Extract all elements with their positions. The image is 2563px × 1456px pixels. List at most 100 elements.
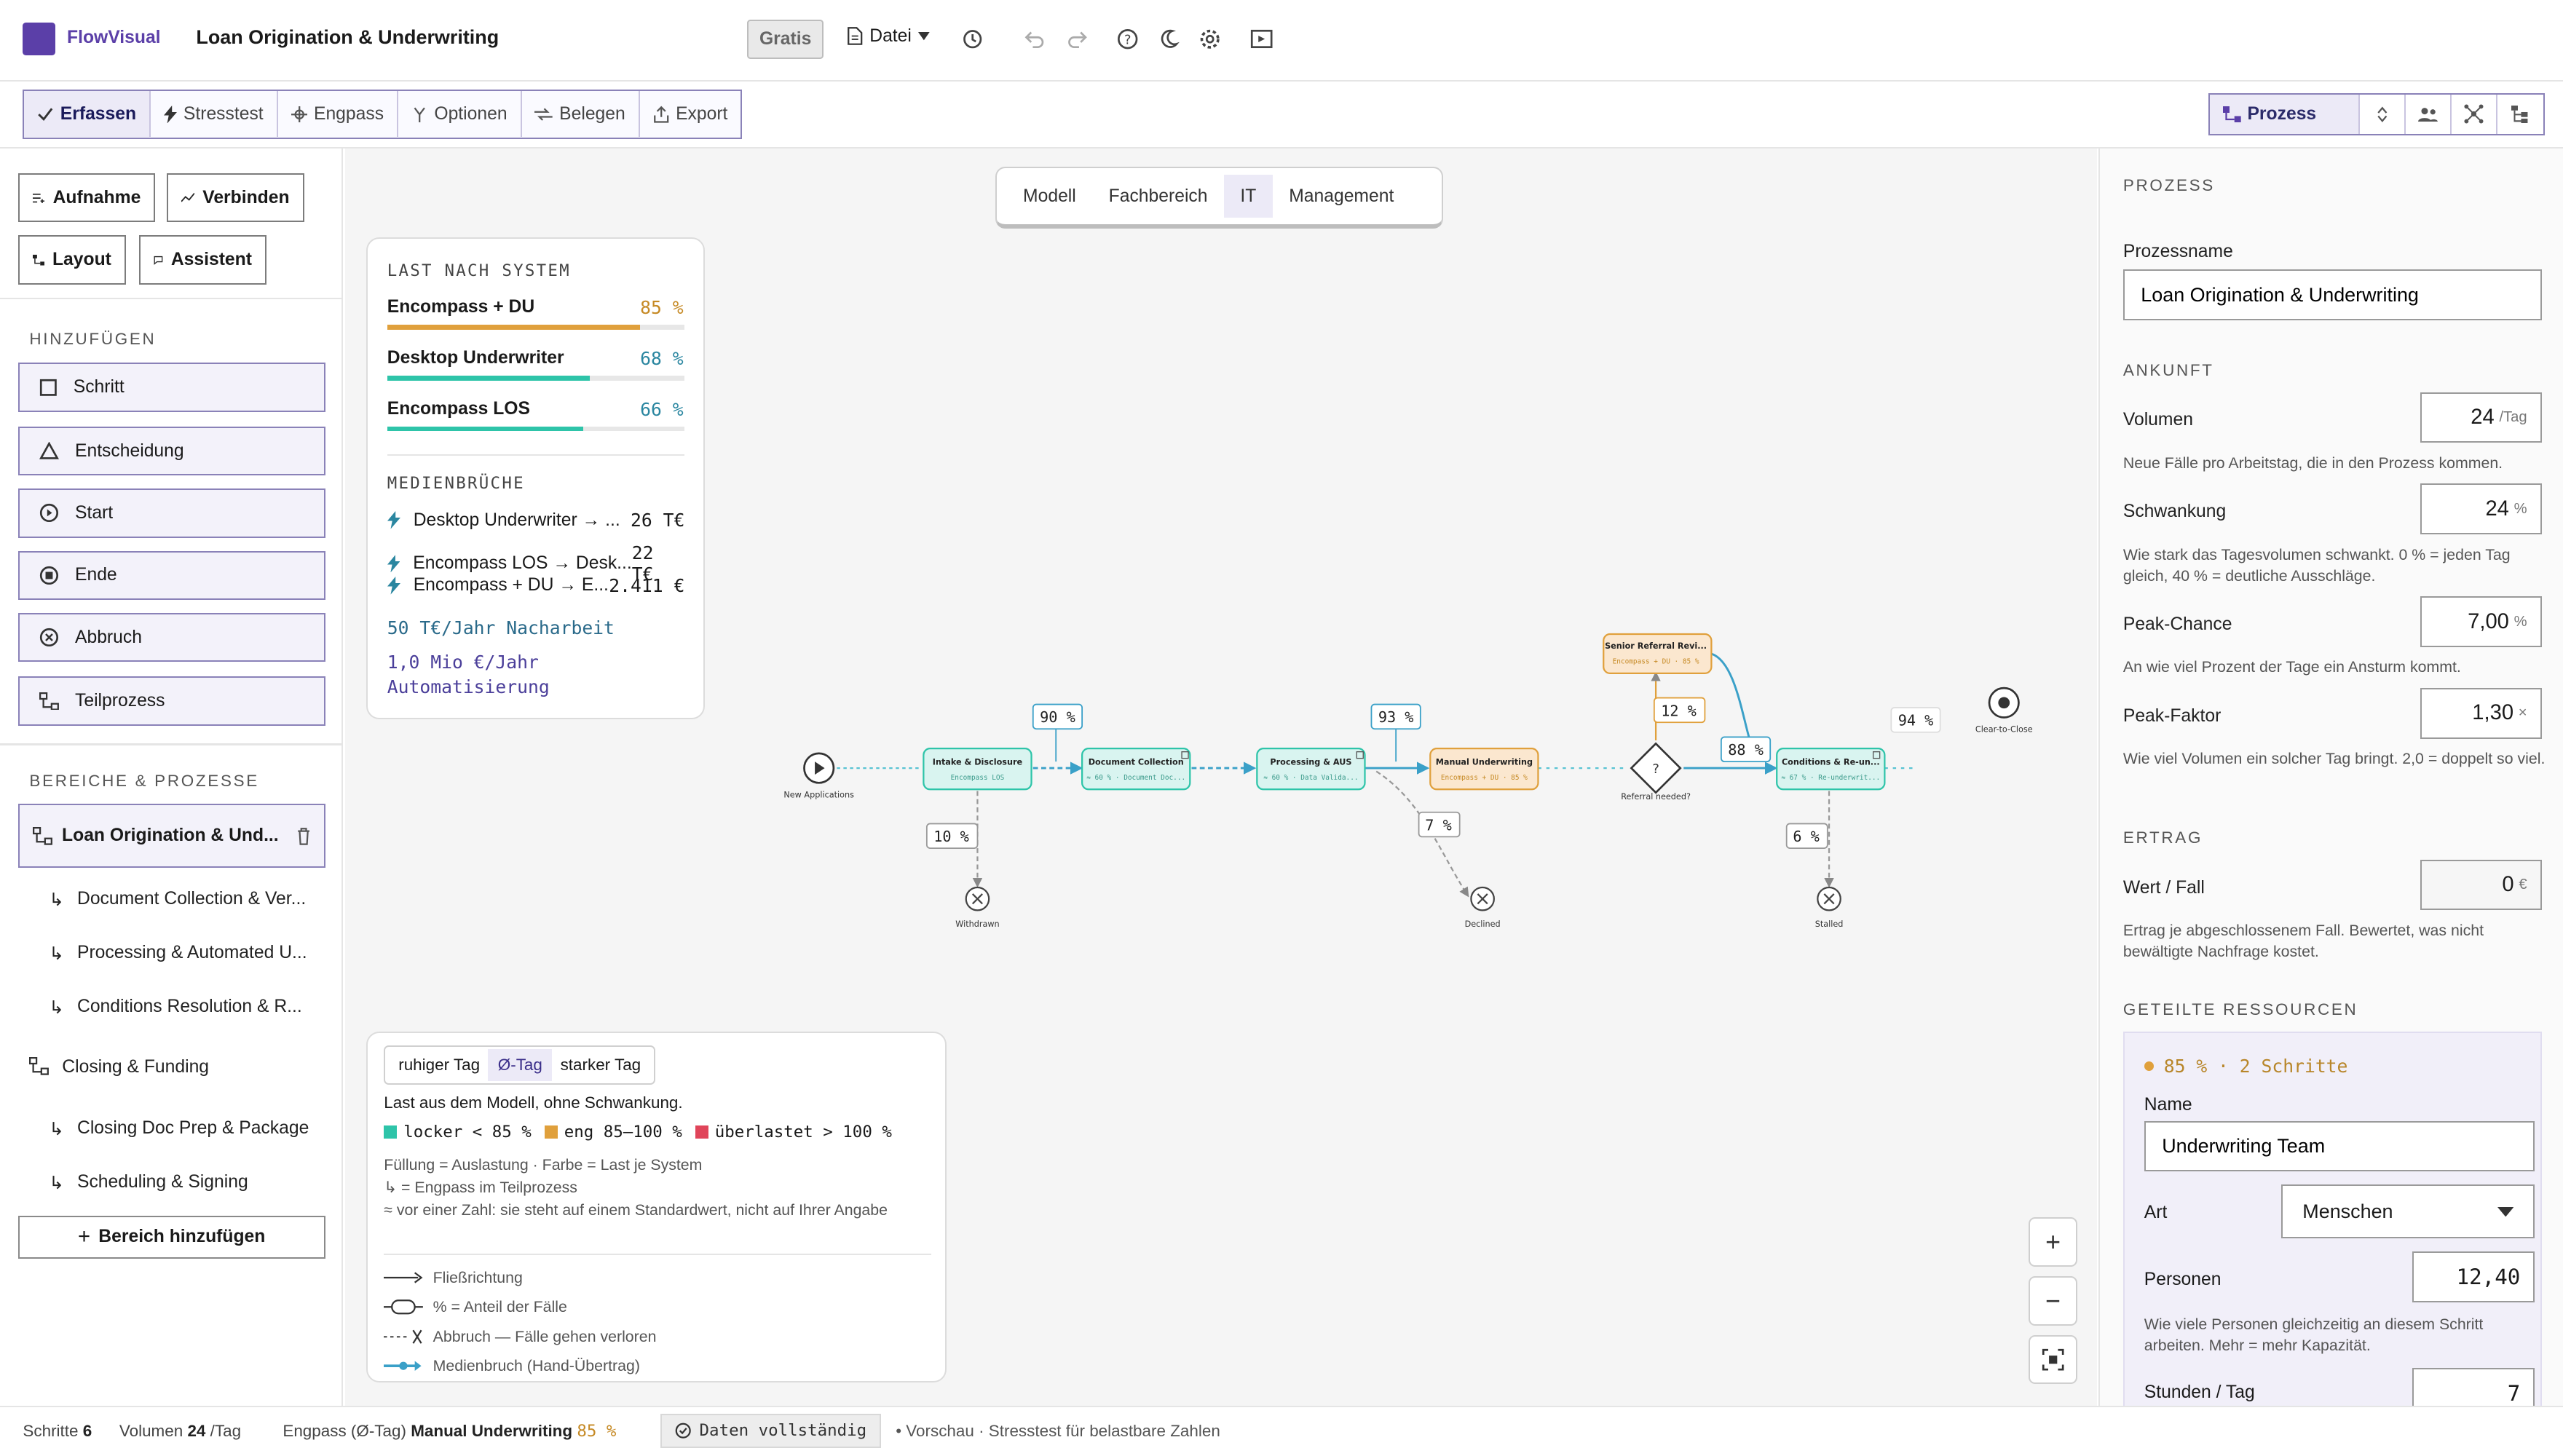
peak-chance-field[interactable]: 7,00%	[2420, 596, 2542, 647]
legend-key: Fließrichtung	[384, 1263, 923, 1292]
resource-card: 85 % · 2 Schritte Name Art Menschen Pers…	[2122, 1031, 2542, 1406]
app-window: FlowVisual Loan Origination & Underwriti…	[0, 0, 2563, 1453]
node-title: Conditions & Re-un...	[1782, 758, 1880, 767]
pct-label[interactable]: 6 %	[1785, 823, 1828, 850]
svg-text:90 %: 90 %	[1040, 708, 1075, 726]
node-senior-referral[interactable]: Senior Referral Revi... Encompass + DU ·…	[1603, 633, 1713, 675]
node-processing[interactable]: Processing & AUS ≈ 60 % · Data Valida...	[1256, 748, 1366, 791]
pct-pill-icon	[384, 1299, 424, 1315]
node-manual-underwriting[interactable]: Manual Underwriting Encompass + DU · 85 …	[1429, 748, 1539, 791]
variation-label: Schwankung	[2122, 502, 2227, 522]
peak-factor-field[interactable]: 1,30 ×	[2420, 688, 2542, 739]
dropout-icon	[384, 1329, 422, 1344]
zoom-out-button[interactable]: −	[2028, 1276, 2078, 1326]
pct-label[interactable]: 7 %	[1418, 811, 1461, 838]
variation-field[interactable]: 24%	[2420, 483, 2542, 535]
variation-value: 24	[2485, 496, 2509, 521]
end-label: Clear-to-Close	[1975, 725, 2033, 735]
node-title: Senior Referral Revi...	[1605, 641, 1707, 651]
volume-status: Volumen 24 /Tag	[119, 1421, 242, 1440]
legend-note: ↳ = Engpass im Teilprozess	[384, 1179, 577, 1197]
pct-label[interactable]: 12 %	[1653, 697, 1706, 724]
swatch	[544, 1125, 558, 1139]
legend-key: Medienbruch (Hand-Übertrag)	[384, 1351, 923, 1380]
hours-field[interactable]: 7	[2412, 1367, 2535, 1406]
svg-text:6 %: 6 %	[1793, 828, 1819, 845]
pct-label[interactable]: 94 %	[1890, 707, 1941, 733]
node-conditions[interactable]: Conditions & Re-un... ≈ 67 % · Re-underw…	[1776, 748, 1886, 791]
scale-item: eng 85–100 %	[544, 1123, 682, 1142]
node-system: ≈ 60 % · Data Valida...	[1263, 774, 1358, 782]
start-node[interactable]: New Applications	[783, 752, 854, 800]
end-declined[interactable]: Declined	[1465, 886, 1501, 929]
fit-view-icon	[2042, 1348, 2064, 1371]
end-clear-to-close[interactable]: Clear-to-Close	[1975, 687, 2033, 735]
fit-view-button[interactable]	[2028, 1335, 2078, 1385]
preview-note: • Vorschau · Stresstest für belastbare Z…	[896, 1421, 1220, 1440]
resource-type-select[interactable]: Menschen	[2281, 1184, 2535, 1239]
bottleneck-status[interactable]: Engpass (Ø-Tag) Manual Underwriting 85 %	[283, 1422, 616, 1441]
swatch	[384, 1125, 398, 1139]
process-name-input[interactable]	[2122, 269, 2542, 320]
persons-field[interactable]: 12,40	[2412, 1251, 2535, 1302]
volume-label: Volumen	[2122, 410, 2193, 430]
pct-label[interactable]: 88 %	[1720, 736, 1772, 763]
svg-text:12 %: 12 %	[1661, 702, 1697, 719]
value-case-field[interactable]: 0 €	[2420, 859, 2542, 911]
volume-value: 24	[2471, 405, 2495, 430]
shared-resources-title: GETEILTE RESSOURCEN	[2122, 1000, 2358, 1018]
hours-label: Stunden / Tag	[2144, 1382, 2255, 1402]
legend-card: ruhiger Tag Ø-Tag starker Tag Last aus d…	[366, 1031, 947, 1383]
peak-chance-value: 7,00	[2468, 609, 2509, 633]
node-system: Encompass + DU · 85 %	[1441, 774, 1528, 782]
resource-type-label: Art	[2144, 1202, 2168, 1222]
end-withdrawn[interactable]: Withdrawn	[955, 886, 1000, 929]
node-intake[interactable]: Intake & Disclosure Encompass LOS	[923, 748, 1032, 791]
end-label: Stalled	[1815, 919, 1844, 929]
tab-quiet-day[interactable]: ruhiger Tag	[390, 1049, 488, 1081]
resource-type-value: Menschen	[2302, 1200, 2393, 1222]
decision-node[interactable]: ? Referral needed?	[1621, 742, 1691, 802]
decision-symbol: ?	[1652, 761, 1659, 777]
volume-field[interactable]: 24/Tag	[2420, 392, 2542, 443]
hours-value: 7	[2507, 1380, 2521, 1406]
day-tabs: ruhiger Tag Ø-Tag starker Tag	[384, 1045, 656, 1085]
zoom-in-button[interactable]: +	[2028, 1217, 2078, 1267]
end-label: Declined	[1465, 919, 1501, 929]
right-inspector: PROZESS Prozessname ANKUNFT Volumen 24/T…	[2098, 149, 2563, 1406]
volume-help: Neue Fälle pro Arbeitstag, die in den Pr…	[2122, 454, 2503, 472]
persons-value: 12,40	[2456, 1265, 2521, 1290]
resource-name-input[interactable]	[2144, 1120, 2535, 1172]
media-break-icon	[384, 1361, 422, 1372]
pct-label[interactable]: 93 %	[1370, 703, 1421, 730]
node-system: Encompass LOS	[951, 774, 1005, 782]
svg-text:88 %: 88 %	[1728, 741, 1764, 759]
pct-label[interactable]: 10 %	[925, 823, 979, 850]
inspector-title: PROZESS	[2122, 176, 2215, 195]
peak-chance-label: Peak-Chance	[2122, 614, 2232, 635]
node-document-collection[interactable]: Document Collection ≈ 60 % · Document Do…	[1081, 748, 1191, 791]
node-system: ≈ 67 % · Re-underwrit...	[1781, 774, 1880, 782]
value-case-unit: €	[2519, 877, 2527, 893]
legend-description: Last aus dem Modell, ohne Schwankung.	[384, 1093, 683, 1112]
persons-label: Personen	[2144, 1270, 2222, 1290]
tab-avg-day[interactable]: Ø-Tag	[488, 1049, 553, 1082]
value-case-help: Ertrag je abgeschlossenem Fall. Bewertet…	[2122, 921, 2484, 961]
legend-keys: Fließrichtung % = Anteil der Fälle Abbru…	[384, 1263, 923, 1381]
swatch	[695, 1125, 708, 1139]
svg-text:94 %: 94 %	[1898, 712, 1934, 729]
start-label: New Applications	[783, 791, 854, 800]
end-stalled[interactable]: Stalled	[1815, 886, 1844, 929]
node-title: Processing & AUS	[1270, 758, 1351, 767]
legend-note: Füllung = Auslastung · Farbe = Last je S…	[384, 1155, 703, 1174]
tab-strong-day[interactable]: starker Tag	[552, 1049, 649, 1081]
legend-note: ≈ vor einer Zahl: sie steht auf einem St…	[384, 1201, 888, 1219]
status-bar: Schritte 6 Volumen 24 /Tag Engpass (Ø-Ta…	[0, 1405, 2563, 1453]
volume-unit: /Tag	[2499, 409, 2527, 426]
data-complete-badge[interactable]: Daten vollständig	[660, 1413, 882, 1448]
peak-factor-value: 1,30	[2472, 701, 2514, 725]
plus-icon: +	[2045, 1227, 2061, 1257]
revenue-section-title: ERTRAG	[2122, 828, 2203, 847]
steps-status: Schritte 6	[23, 1421, 92, 1440]
pct-label[interactable]: 90 %	[1032, 703, 1083, 730]
